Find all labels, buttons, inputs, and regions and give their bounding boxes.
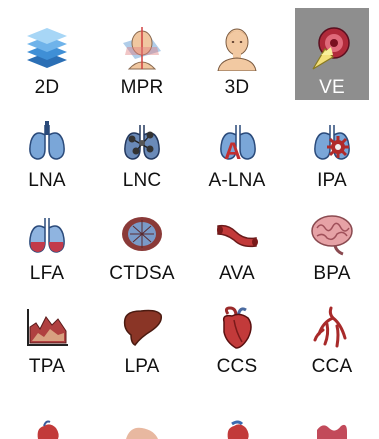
tool-ipa-label: IPA xyxy=(317,170,347,191)
brain-pink-icon xyxy=(308,210,356,258)
tool-2d-button[interactable]: 2D xyxy=(10,8,84,100)
liver-icon xyxy=(118,303,166,351)
vessel-icon xyxy=(213,210,261,258)
tool-ctdsa-button[interactable]: CTDSA xyxy=(105,194,179,286)
head-bust-icon xyxy=(213,24,261,72)
tool-cca-button[interactable]: CCA xyxy=(295,287,369,379)
tool-3d-label: 3D xyxy=(224,77,250,98)
tool-ve-label: VE xyxy=(319,77,345,98)
lungs-icon xyxy=(23,117,71,165)
tool-lfa-label: LFA xyxy=(29,263,65,284)
tool-lnc-button[interactable]: LNC xyxy=(105,101,179,193)
lungs-letter-a-icon: A xyxy=(213,117,261,165)
head-planes-icon xyxy=(118,24,166,72)
tool-ccs-label: CCS xyxy=(216,356,258,377)
partial-tool-row xyxy=(10,420,379,439)
virtual-endoscopy-icon xyxy=(308,24,356,72)
tool-ipa-button[interactable]: IPA xyxy=(295,101,369,193)
coronary-arteries-icon xyxy=(308,303,356,351)
tool-tpa-button[interactable]: TPA xyxy=(10,287,84,379)
tool-lpa-label: LPA xyxy=(124,356,160,377)
partial-organ-icon[interactable] xyxy=(295,420,369,439)
tool-ccs-button[interactable]: CCS xyxy=(200,287,274,379)
tool-ava-button[interactable]: AVA xyxy=(200,194,274,286)
lungs-gear-icon xyxy=(308,117,356,165)
tool-a-lna-button[interactable]: A A-LNA xyxy=(200,101,274,193)
tool-bpa-button[interactable]: BPA xyxy=(295,194,369,286)
tool-ctdsa-label: CTDSA xyxy=(109,263,175,284)
tool-lna-button[interactable]: LNA xyxy=(10,101,84,193)
lungs-nodes-icon xyxy=(118,117,166,165)
partial-tissue-icon[interactable] xyxy=(105,420,179,439)
tool-lpa-button[interactable]: LPA xyxy=(105,287,179,379)
tool-lna-label: LNA xyxy=(28,170,66,191)
layers-stack-icon xyxy=(23,24,71,72)
tool-a-lna-label: A-LNA xyxy=(208,170,266,191)
tool-tpa-label: TPA xyxy=(28,356,66,377)
partial-heart-blue-icon[interactable] xyxy=(200,420,274,439)
tool-bpa-label: BPA xyxy=(313,263,351,284)
tool-mpr-label: MPR xyxy=(120,77,164,98)
svg-text:A: A xyxy=(224,138,241,163)
tool-lnc-label: LNC xyxy=(122,170,162,191)
tissue-chart-icon xyxy=(23,303,71,351)
tool-3d-button[interactable]: 3D xyxy=(200,8,274,100)
tool-mpr-button[interactable]: MPR xyxy=(105,8,179,100)
tool-lfa-button[interactable]: LFA xyxy=(10,194,84,286)
partial-heart-icon[interactable] xyxy=(10,420,84,439)
tool-ava-label: AVA xyxy=(219,263,255,284)
tool-2d-label: 2D xyxy=(34,77,60,98)
heart-icon xyxy=(213,303,261,351)
tool-ve-button[interactable]: VE xyxy=(295,8,369,100)
brain-grid-icon xyxy=(118,210,166,258)
tool-cca-label: CCA xyxy=(311,356,353,377)
tool-grid: 2D MPR 3D VE LNA LNC A A-LNA IPA LFA CTD… xyxy=(10,8,379,379)
lungs-red-icon xyxy=(23,210,71,258)
